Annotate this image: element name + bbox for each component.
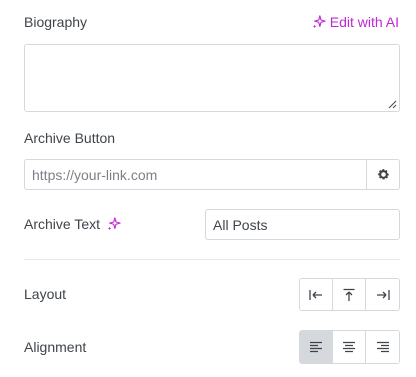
archive-url-input[interactable]: https://your-link.com — [24, 159, 367, 190]
layout-top-button[interactable] — [333, 279, 366, 310]
edit-with-ai-label: Edit with AI — [329, 14, 399, 30]
alignment-control — [299, 330, 400, 364]
ai-sparkle-icon[interactable] — [107, 217, 121, 231]
align-left-button[interactable] — [300, 331, 333, 363]
text-align-right-icon — [376, 341, 389, 353]
align-end-icon — [376, 289, 390, 300]
layout-control — [299, 278, 400, 311]
layout-label: Layout — [24, 286, 67, 302]
archive-text-input[interactable]: All Posts — [205, 209, 400, 240]
layout-start-button[interactable] — [300, 279, 333, 310]
layout-end-button[interactable] — [366, 279, 399, 310]
resize-handle-icon[interactable] — [387, 99, 397, 109]
ai-sparkle-icon — [312, 15, 326, 29]
align-top-icon — [343, 288, 355, 301]
biography-label: Biography — [24, 14, 88, 30]
text-align-left-icon — [310, 341, 322, 353]
link-settings-button[interactable] — [367, 159, 400, 190]
archive-text-label: Archive Text — [24, 216, 100, 232]
align-right-button[interactable] — [366, 331, 399, 363]
text-align-center-icon — [343, 341, 355, 353]
section-divider — [24, 259, 400, 260]
archive-text-label-row: Archive Text — [24, 216, 121, 232]
edit-with-ai-link[interactable]: Edit with AI — [312, 14, 399, 30]
alignment-label: Alignment — [24, 339, 87, 355]
gear-icon — [377, 169, 389, 180]
align-start-icon — [309, 289, 322, 300]
align-center-button[interactable] — [333, 331, 366, 363]
biography-textarea[interactable] — [24, 44, 400, 112]
archive-button-label: Archive Button — [24, 130, 116, 146]
